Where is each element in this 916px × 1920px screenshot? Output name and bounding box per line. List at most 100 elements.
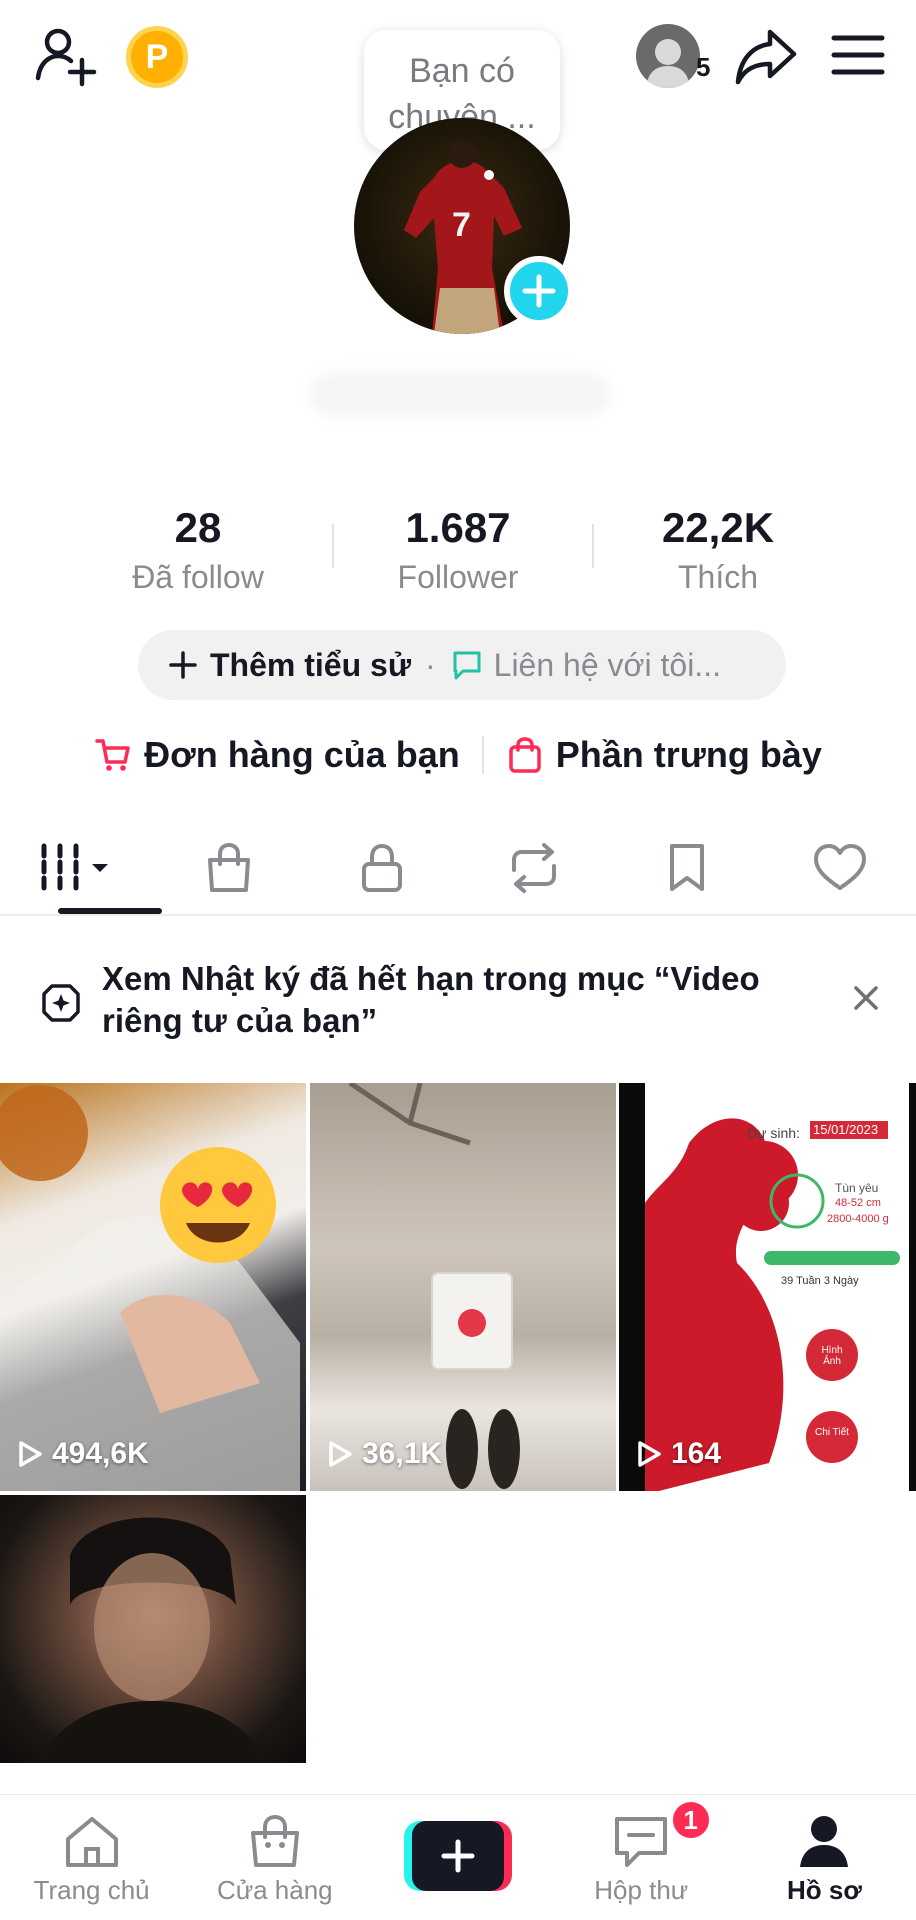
profile-stats: 28 Đã follow 1.687 Follower 22,2K Thích — [0, 500, 916, 598]
plus-icon — [441, 1839, 475, 1873]
play-icon — [329, 1441, 352, 1467]
view-count-text: 164 — [671, 1437, 722, 1470]
nav-inbox[interactable]: 1 Hộp thư — [550, 1795, 733, 1920]
play-icon — [638, 1441, 661, 1467]
nav-shop[interactable]: Cửa hàng — [183, 1795, 366, 1920]
inbox-icon — [615, 1817, 668, 1867]
video-thumbnail[interactable]: 36,1K — [310, 1083, 616, 1491]
tab-liked[interactable] — [763, 820, 916, 916]
tabs-divider — [0, 914, 916, 916]
create-button-face — [412, 1821, 504, 1891]
baby-size: 48-52 cm — [835, 1197, 881, 1209]
expired-diary-notice[interactable]: Xem Nhật ký đã hết hạn trong mục “Video … — [0, 954, 916, 1074]
stat-label: Đã follow — [132, 559, 264, 595]
stat-label: Follower — [397, 559, 519, 595]
home-icon — [65, 1817, 118, 1867]
heart-icon — [813, 844, 866, 890]
tab-videos[interactable] — [0, 820, 153, 916]
stat-divider — [592, 524, 594, 568]
weeks-text: 39 Tuần 3 Ngày — [781, 1275, 859, 1287]
repost-icon — [512, 843, 557, 893]
nav-inbox-label: Hộp thư — [594, 1875, 689, 1905]
active-tab-indicator — [58, 908, 162, 914]
bottom-nav: Trang chủ Cửa hàng 1 Hộp thư Hồ sơ — [0, 1794, 916, 1920]
stat-likes[interactable]: 22,2K Thích — [588, 500, 848, 598]
note-tail-dot — [484, 170, 494, 180]
nav-profile-label: Hồ sơ — [787, 1875, 862, 1905]
shopping-bag-icon — [509, 737, 541, 773]
video-thumbnail[interactable] — [0, 1495, 306, 1763]
video-thumbnail[interactable]: 494,6K — [0, 1083, 306, 1491]
nav-home-label: Trang chủ — [33, 1875, 150, 1905]
plus-icon — [169, 651, 197, 679]
add-friend-icon[interactable] — [34, 24, 98, 88]
video-2-artwork — [348, 1083, 520, 1489]
view-count: 164 — [635, 1437, 721, 1471]
nav-create[interactable] — [366, 1795, 549, 1920]
grid-videos-icon — [41, 843, 109, 893]
svg-text:7: 7 — [452, 206, 471, 244]
video-4-artwork — [40, 1517, 266, 1763]
avatar-figure-icon — [646, 39, 690, 88]
inbox-badge: 1 — [669, 1799, 712, 1841]
close-icon[interactable] — [846, 978, 886, 1018]
showcase-label: Phần trưng bày — [555, 734, 822, 775]
share-icon[interactable] — [734, 24, 798, 88]
tab-favorites[interactable] — [611, 820, 764, 916]
add-avatar-button[interactable] — [504, 256, 574, 326]
photo-button-label: Hình Ảnh — [821, 1345, 843, 1367]
tab-reposts[interactable] — [458, 820, 611, 916]
story-count: 5 — [696, 52, 711, 82]
stat-value: 1.687 — [405, 504, 511, 551]
bio-separator: · — [424, 646, 436, 683]
shopping-bag-icon — [250, 1814, 299, 1867]
tab-private[interactable] — [305, 820, 458, 916]
chat-bubble-icon — [453, 651, 481, 680]
video-thumbnail[interactable]: Dự sinh: 15/01/2023 Tùn yêu 48-52 cm 280… — [619, 1083, 916, 1491]
lock-icon — [361, 843, 402, 892]
profile-icon — [800, 1816, 849, 1867]
nav-shop-label: Cửa hàng — [216, 1875, 333, 1905]
create-button[interactable] — [404, 1821, 512, 1891]
baby-weight: 2800-4000 g — [827, 1213, 889, 1225]
showcase-link[interactable]: Phần trưng bày — [506, 734, 822, 776]
coin-icon[interactable]: P — [126, 26, 188, 88]
shopping-bag-icon — [208, 842, 250, 892]
cart-icon — [95, 739, 130, 771]
baby-label: Tùn yêu — [835, 1181, 879, 1195]
stat-divider — [332, 524, 334, 568]
view-count-text: 494,6K — [52, 1437, 149, 1470]
menu-icon[interactable] — [830, 30, 886, 80]
video-1-artwork — [0, 1085, 300, 1491]
play-icon — [19, 1441, 42, 1467]
add-bio-label[interactable]: Thêm tiểu sử — [210, 647, 411, 684]
stat-following[interactable]: 28 Đã follow — [68, 500, 328, 598]
orders-label: Đơn hàng của bạn — [144, 734, 460, 775]
bookmark-icon — [670, 844, 705, 891]
stat-label: Thích — [677, 559, 759, 595]
stat-value: 22,2K — [661, 504, 775, 551]
sparkle-box-icon — [42, 984, 80, 1022]
orders-link[interactable]: Đơn hàng của bạn — [94, 734, 460, 776]
notice-text: Xem Nhật ký đã hết hạn trong mục “Video … — [102, 960, 760, 1039]
nav-profile[interactable]: Hồ sơ — [733, 1795, 916, 1920]
view-count-text: 36,1K — [362, 1437, 443, 1470]
view-count: 494,6K — [16, 1437, 149, 1471]
username-redacted — [310, 372, 610, 416]
coin-letter: P — [145, 37, 169, 76]
stat-followers[interactable]: 1.687 Follower — [328, 500, 588, 598]
story-avatar[interactable] — [636, 24, 700, 88]
view-count: 36,1K — [326, 1437, 442, 1471]
stat-value: 28 — [174, 504, 222, 551]
shop-divider — [481, 736, 484, 774]
contact-label[interactable]: Liên hệ với tôi... — [494, 647, 721, 684]
plus-icon — [522, 274, 556, 308]
detail-button-label: Chi Tiết — [815, 1427, 849, 1438]
bio-pill[interactable]: Thêm tiểu sử · Liên hệ với tôi... — [138, 630, 786, 700]
tab-shop[interactable] — [153, 820, 306, 916]
due-date: 15/01/2023 — [813, 1122, 879, 1137]
nav-home[interactable]: Trang chủ — [0, 1795, 183, 1920]
due-label: Dự sinh: — [747, 1125, 800, 1141]
shop-row: Đơn hàng của bạn Phần trưng bày — [0, 734, 916, 776]
video-3-artwork — [619, 1083, 916, 1491]
